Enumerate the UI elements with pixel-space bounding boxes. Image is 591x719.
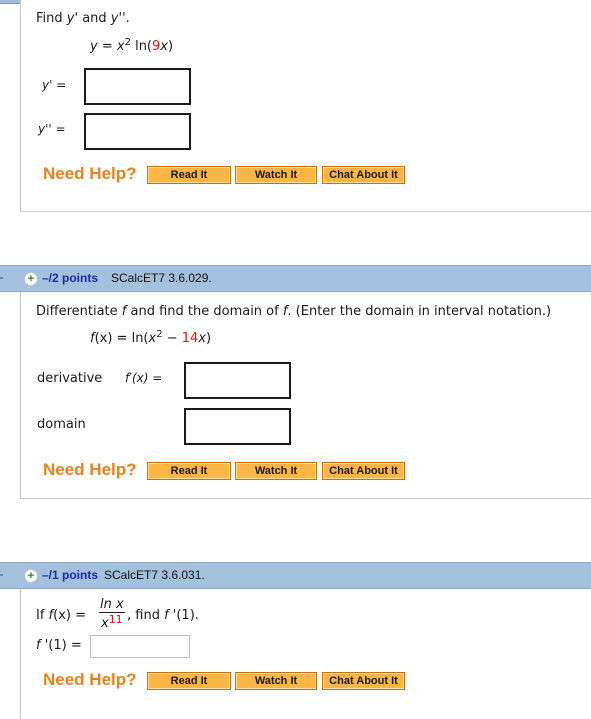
question-header-3: + –/1 points SCalcET7 3.6.031. (0, 562, 591, 589)
q1-prompt-var: y' (66, 11, 79, 26)
f-prime-label: f′(x) = (125, 371, 163, 385)
derivative-input[interactable] (184, 362, 291, 399)
eq-part: = (97, 39, 117, 54)
q3-prompt-text: If (36, 608, 49, 623)
eq-part: x (198, 331, 207, 346)
q3-prompt-text: '(1). (168, 608, 199, 623)
den-var: x (100, 616, 109, 631)
f-prime-1-label: f '(1) = (36, 638, 82, 653)
q2-prompt-text: and find the domain of (126, 304, 283, 319)
label-eq: = (52, 78, 67, 92)
expand-icon[interactable]: + (24, 569, 38, 583)
header-marker (0, 574, 3, 576)
eq-coefficient: 14 (181, 331, 199, 346)
eq-part: − (162, 331, 182, 346)
points-link[interactable]: –/2 points (42, 266, 98, 291)
q2-prompt-text: Differentiate (36, 304, 122, 319)
derivative-label: derivative (37, 371, 103, 386)
fraction-denominator: x11 (99, 613, 125, 631)
q1-prompt-text: and (78, 11, 111, 26)
den-exponent: 11 (108, 613, 123, 626)
label-eq: = (51, 122, 66, 136)
q3-prompt-rhs: , find f '(1). (127, 608, 199, 623)
chat-about-it-button[interactable]: Chat About It (322, 462, 405, 480)
header-marker (0, 277, 3, 279)
chat-about-it-button[interactable]: Chat About It (322, 166, 405, 184)
watch-it-button[interactable]: Watch It (235, 672, 317, 690)
domain-label: domain (37, 417, 86, 432)
q1-equation: y = x2 ln(9x) (90, 38, 174, 55)
q1-prompt-var: y'' (110, 11, 126, 26)
eq-part: ln( (130, 39, 153, 54)
need-help-label: Need Help? (43, 460, 137, 479)
eq-part: ) (206, 331, 212, 346)
q3-prompt-text: , find (127, 608, 165, 623)
need-help-label: Need Help? (43, 164, 137, 183)
label-eq: '(1) = (40, 638, 82, 653)
eq-part: (x) (94, 331, 113, 346)
read-it-button[interactable]: Read It (147, 166, 231, 184)
eq-part: ) (168, 39, 174, 54)
question-reference: SCalcET7 3.6.031. (104, 568, 205, 582)
read-it-button[interactable]: Read It (147, 672, 231, 690)
y-double-prime-input[interactable] (84, 113, 191, 150)
y-prime-input[interactable] (84, 68, 191, 105)
q3-prompt-text: (x) = (53, 608, 86, 623)
q1-prompt: Find y' and y''. (36, 11, 130, 26)
q1-prompt-text: . (125, 11, 130, 26)
q2-equation: f(x) = ln(x2 − 14x) (90, 330, 212, 347)
question-reference: SCalcET7 3.6.029. (111, 271, 212, 285)
watch-it-button[interactable]: Watch It (235, 462, 317, 480)
eq-part: x (116, 39, 125, 54)
eq-part: x (160, 39, 168, 54)
eq-part: = ln( (112, 331, 149, 346)
fraction-numerator: ln x (99, 597, 125, 613)
read-it-button[interactable]: Read It (147, 462, 231, 480)
domain-input[interactable] (184, 408, 291, 445)
eq-part: y (90, 39, 98, 54)
y-prime-label: y' = (42, 78, 66, 92)
label-var: y' (42, 78, 53, 92)
q2-prompt: Differentiate f and find the domain of f… (36, 304, 551, 319)
question-header-2: + –/2 points SCalcET7 3.6.029. (0, 265, 591, 292)
expand-icon[interactable]: + (24, 272, 38, 286)
q3-prompt-lhs: If f(x) = (36, 608, 86, 623)
q2-prompt-text: . (Enter the domain in interval notation… (287, 304, 552, 319)
need-help-label: Need Help? (43, 670, 137, 689)
q3-fraction: ln x x11 (99, 598, 125, 631)
points-link[interactable]: –/1 points (42, 563, 98, 588)
y-double-prime-label: y'' = (38, 122, 66, 136)
label-var: y'' (38, 122, 52, 136)
f-prime-1-input[interactable] (90, 635, 190, 658)
watch-it-button[interactable]: Watch It (235, 166, 317, 184)
q1-prompt-text: Find (36, 11, 67, 26)
chat-about-it-button[interactable]: Chat About It (322, 672, 405, 690)
